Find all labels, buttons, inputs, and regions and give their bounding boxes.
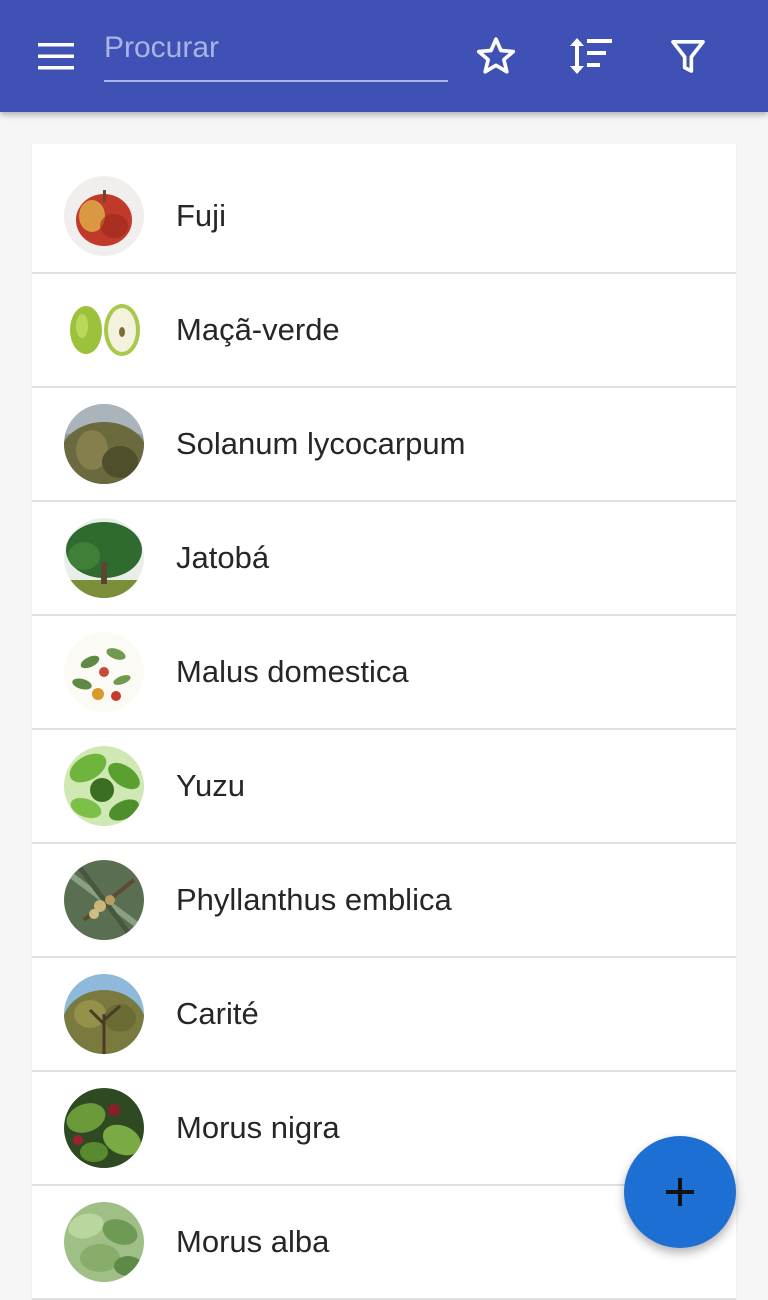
app-bar [0, 0, 768, 112]
fruit-branch-thumbnail [64, 860, 144, 940]
list-item[interactable]: Malus domestica [32, 616, 736, 730]
plus-icon [666, 1178, 694, 1206]
list-item[interactable]: Yuzu [32, 730, 736, 844]
plant-name: Malus domestica [176, 654, 409, 689]
plant-name: Morus alba [176, 1224, 330, 1259]
plant-name: Morus nigra [176, 1110, 340, 1145]
plant-name: Phyllanthus emblica [176, 882, 452, 917]
plant-name: Yuzu [176, 768, 245, 803]
green-leaves-thumbnail [64, 1202, 144, 1282]
plant-name: Fuji [176, 198, 226, 233]
favorites-button[interactable] [468, 28, 524, 84]
plant-name: Maçã-verde [176, 312, 340, 347]
filter-button[interactable] [660, 28, 716, 84]
list-item[interactable]: Carité [32, 958, 736, 1072]
list-item[interactable]: Fuji [32, 144, 736, 274]
botanical-illustration-thumbnail [64, 632, 144, 712]
plant-name: Jatobá [176, 540, 270, 575]
star-outline-icon [476, 37, 516, 74]
tree-thumbnail [64, 518, 144, 598]
shrub-thumbnail [64, 404, 144, 484]
red-apple-thumbnail [64, 176, 144, 256]
mulberries-thumbnail [64, 1088, 144, 1168]
menu-button[interactable] [28, 28, 84, 84]
add-button[interactable] [624, 1136, 736, 1248]
sort-icon [570, 38, 612, 74]
green-apples-thumbnail [64, 290, 144, 370]
filter-icon [671, 40, 705, 73]
search-field [104, 22, 448, 82]
list-item[interactable]: Phyllanthus emblica [32, 844, 736, 958]
list-item[interactable]: Jatobá [32, 502, 736, 616]
tree-canopy-thumbnail [64, 974, 144, 1054]
plant-name: Carité [176, 996, 259, 1031]
search-input[interactable] [104, 22, 448, 74]
hamburger-menu-icon [38, 43, 74, 70]
citrus-leaves-thumbnail [64, 746, 144, 826]
sort-button[interactable] [564, 28, 620, 84]
list-item[interactable]: Solanum lycocarpum [32, 388, 736, 502]
plant-list: Fuji Maçã-verde Solanum lycocarpum Jatob… [32, 144, 736, 1300]
plant-name: Solanum lycocarpum [176, 426, 466, 461]
list-item[interactable]: Maçã-verde [32, 274, 736, 388]
